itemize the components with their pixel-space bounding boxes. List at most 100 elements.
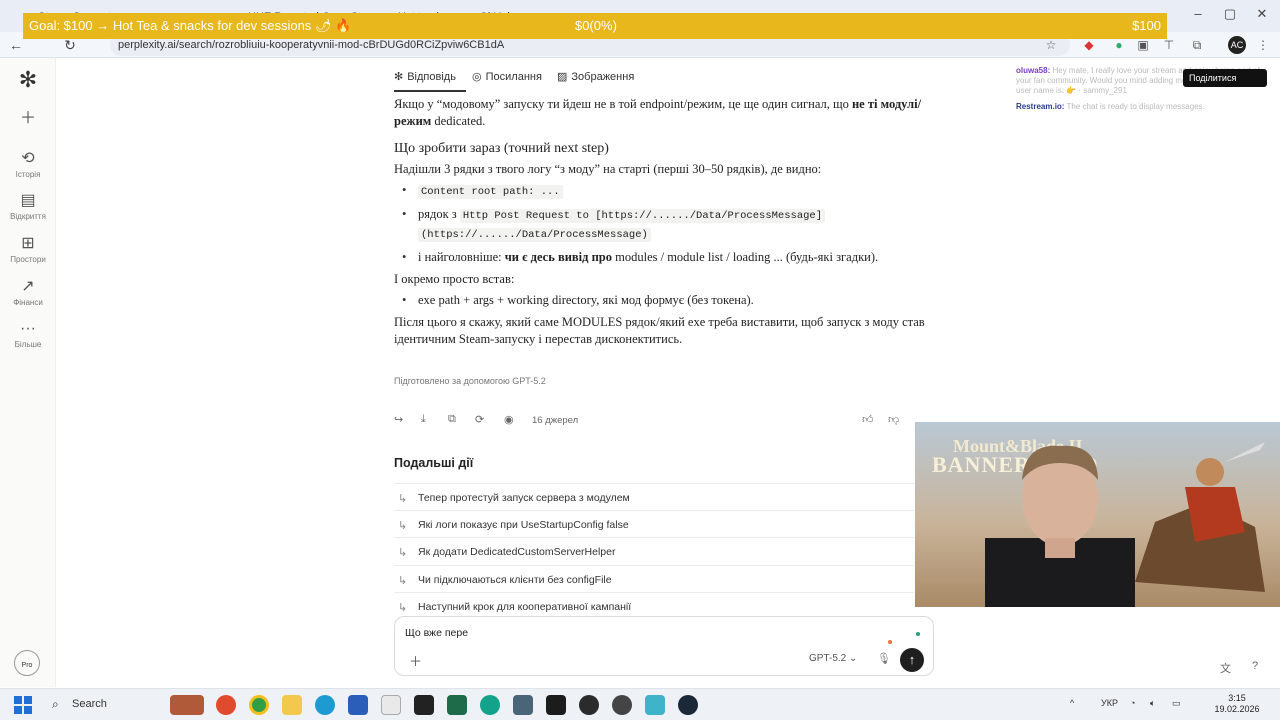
text: dedicated. [431, 114, 486, 128]
minimize-icon[interactable]: – [1186, 6, 1210, 26]
sidebar-item-finance[interactable]: ↗ Фінанси [0, 278, 56, 307]
followup-text: Як додати DedicatedCustomServerHelper [418, 546, 616, 558]
sidebar-item-discover[interactable]: ▤ Відкриття [0, 192, 56, 221]
chrome-icon[interactable] [249, 695, 269, 715]
chevron-down-icon: ⌄ [849, 653, 858, 664]
tray-overflow-icon[interactable]: ^ [1070, 698, 1074, 708]
tab-sources[interactable]: ◎ Посилання [472, 70, 542, 83]
arrow-return-icon: ↳ [398, 520, 408, 532]
widget-image-icon[interactable] [170, 695, 204, 715]
spaces-icon: ⊞ [21, 235, 35, 252]
search-icon: ⌕ [52, 697, 59, 711]
knight-rider-image [1135, 442, 1265, 592]
followup-item[interactable]: ↳ Наступний крок для кооперативної кампан… [394, 592, 914, 614]
thumbs-down-icon[interactable]: 👎︎ [888, 413, 899, 426]
screen: Steam Support HUE Resorted Crew Steam Ho… [0, 0, 1280, 720]
new-thread-button[interactable]: ＋ [0, 110, 56, 128]
browser-menu-icon[interactable]: ⋮ [1254, 36, 1272, 54]
battery-icon[interactable]: ▭ [1172, 698, 1181, 709]
model-selector[interactable]: GPT-5.2 ⌄ [809, 653, 857, 664]
text: modules / module list / loading ... (буд… [612, 250, 879, 264]
app-icon[interactable] [645, 695, 665, 715]
sidebar-item-history[interactable]: ⟲ Історія [0, 150, 56, 179]
inline-code[interactable]: (https://....../Data/ProcessMessage) [418, 228, 651, 242]
network-icon[interactable]: ◔ [1130, 698, 1135, 708]
app-icon[interactable] [480, 695, 500, 715]
tab-label: Зображення [571, 71, 635, 83]
rewrite-icon[interactable]: ⟳ [475, 413, 484, 426]
left-sidebar: ✻ ＋ ⟲ Історія ▤ Відкриття ⊞ Простори ↗ Ф… [0, 58, 56, 687]
ask-input[interactable]: Що вже пере [405, 627, 468, 639]
attach-plus-icon[interactable]: ＋ [409, 651, 422, 670]
file-explorer-icon[interactable] [282, 695, 302, 715]
taskbar-search[interactable]: ⌕ Search [46, 694, 166, 716]
app-icon[interactable] [513, 695, 533, 715]
donation-goal-bar: Goal: $100 → Hot Tea & snacks for dev se… [23, 13, 1167, 39]
text: Якщо у “модовому” запуску ти йдеш не в т… [394, 97, 852, 111]
clock-date: 19.02.2026 [1214, 704, 1260, 714]
followup-item[interactable]: ↳ Як додати DedicatedCustomServerHelper [394, 537, 914, 565]
jetbrains-icon[interactable] [414, 695, 434, 715]
notepad-icon[interactable] [381, 695, 401, 715]
help-icon[interactable]: ? [1252, 660, 1258, 672]
followup-item[interactable]: ↳ Які логи показує при UseStartupConfig f… [394, 510, 914, 538]
answer-paragraph: Після цього я скажу, який саме MODULES р… [394, 315, 925, 346]
windows-start-icon[interactable] [14, 696, 32, 714]
goal-label: Goal: $100 → Hot Tea & snacks for dev se… [29, 18, 352, 33]
plus-icon: ＋ [19, 110, 36, 127]
ask-input-box[interactable]: Що вже пере ＋ GPT-5.2 ⌄ 🎙︎ ↑ [394, 616, 934, 676]
steam-icon[interactable] [678, 695, 698, 715]
finance-icon: ↗ [21, 278, 35, 295]
webcam-overlay: Mount&Blade II BANNERLORD [915, 422, 1280, 607]
active-tab-indicator [394, 90, 466, 92]
share-button[interactable]: Поділитися [1183, 69, 1267, 87]
app-icon[interactable] [447, 695, 467, 715]
followup-item[interactable]: ↳ Тепер протестуй запуск сервера з модуле… [394, 483, 914, 511]
send-button[interactable]: ↑ [900, 648, 924, 672]
obs-icon[interactable] [612, 695, 632, 715]
tab-images[interactable]: ▨ Зображення [557, 70, 634, 83]
tab-answer[interactable]: ✻ Відповідь [394, 70, 456, 83]
account-pro-avatar[interactable]: Pro [14, 650, 40, 676]
windows-taskbar: ⌕ Search ^ УКР ◔ 🔈︎ ▭ 3:15 19.02.2026 [0, 688, 1280, 720]
profile-avatar[interactable]: AC [1228, 36, 1246, 54]
thumbs-up-icon[interactable]: 👍︎ [862, 413, 874, 426]
download-icon[interactable]: ⤓ [421, 413, 426, 426]
status-dot [888, 640, 892, 644]
perplexity-logo-icon[interactable]: ✻ [16, 68, 40, 92]
inline-code[interactable]: Content root path: ... [418, 185, 563, 199]
microphone-icon[interactable]: 🎙︎ [877, 652, 891, 665]
list-item: і найголовніше: чи є десь вивід про modu… [402, 249, 934, 266]
chat-message: Restream.io: The chat is ready to displa… [1016, 102, 1266, 112]
sources-favicons-icon[interactable]: ◉ [504, 413, 514, 426]
image-icon: ▨ [557, 71, 568, 83]
language-indicator[interactable]: УКР [1101, 698, 1118, 708]
bullet-list: Content root path: ... рядок з Http Post… [394, 182, 934, 266]
sources-count[interactable]: 16 джерел [532, 415, 578, 426]
sidebar-item-more[interactable]: ··· Більше [0, 320, 56, 349]
share-icon[interactable]: ↪ [394, 413, 403, 426]
store-icon[interactable] [348, 695, 368, 715]
clock[interactable]: 3:15 19.02.2026 [1212, 693, 1262, 715]
sidebar-item-label: Більше [14, 340, 42, 349]
media-player-icon[interactable] [579, 695, 599, 715]
inline-code[interactable]: Http Post Request to [https://....../Dat… [459, 209, 826, 223]
arrow-return-icon: ↳ [398, 493, 408, 505]
arrow-return-icon: ↳ [398, 575, 408, 587]
translate-icon[interactable]: 文 [1220, 660, 1231, 676]
copy-icon[interactable]: ⧉ [448, 413, 456, 426]
chat-username: Restream.io: [1016, 102, 1065, 111]
maximize-icon[interactable]: ▢ [1218, 6, 1242, 26]
history-icon: ⟲ [21, 150, 35, 167]
volume-icon[interactable]: 🔈︎ [1150, 698, 1155, 709]
sidebar-item-spaces[interactable]: ⊞ Простори [0, 235, 56, 264]
arrow-return-icon: ↳ [398, 602, 408, 614]
model-label: GPT-5.2 [809, 653, 847, 664]
sidebar-item-label: Фінанси [13, 298, 43, 307]
followup-item[interactable]: ↳ Чи підключаються клієнти без configFile [394, 565, 914, 593]
copilot-icon[interactable] [216, 695, 236, 715]
close-window-icon[interactable]: ✕ [1250, 6, 1274, 26]
app-icon[interactable] [546, 695, 566, 715]
edge-icon[interactable] [315, 695, 335, 715]
extensions-puzzle-icon[interactable]: ⧉ [1188, 36, 1206, 54]
